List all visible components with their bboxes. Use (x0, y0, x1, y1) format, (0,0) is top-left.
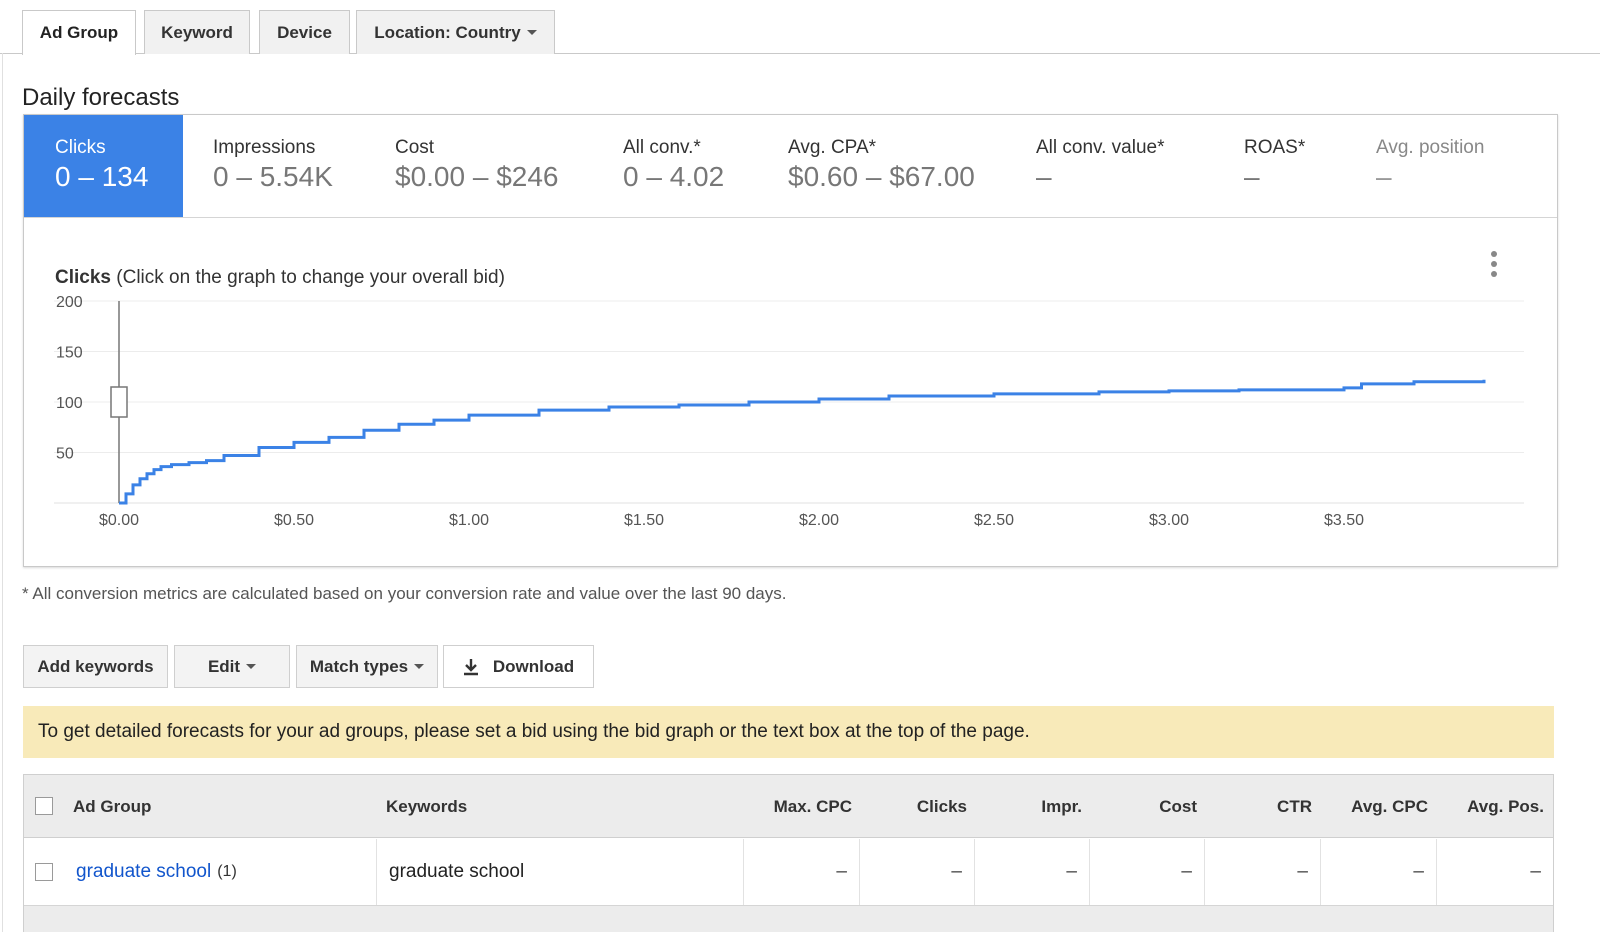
download-button[interactable]: Download (443, 645, 594, 688)
tab-device[interactable]: Device (259, 10, 350, 54)
y-tick-label: 150 (56, 345, 83, 362)
table-header: Ad Group Keywords Max. CPC Clicks Impr. … (24, 775, 1553, 838)
bid-notice-banner: To get detailed forecasts for your ad gr… (23, 706, 1554, 758)
tab-keyword[interactable]: Keyword (144, 10, 250, 54)
column-header-avg-pos[interactable]: Avg. Pos. (1436, 775, 1544, 838)
tab-location-label: Location: Country (374, 22, 521, 42)
conversion-footnote: * All conversion metrics are calculated … (22, 584, 787, 603)
tab-ad-group[interactable]: Ad Group (22, 10, 136, 55)
x-tick-label: $3.00 (1149, 512, 1189, 529)
column-header-impr[interactable]: Impr. (974, 775, 1082, 838)
column-header-ctr[interactable]: CTR (1204, 775, 1312, 838)
y-tick-label: 50 (56, 446, 74, 463)
add-keywords-button[interactable]: Add keywords (23, 645, 168, 688)
x-tick-label: $3.50 (1324, 512, 1364, 529)
forecast-panel: Clicks 0 – 134 Impressions 0 – 5.54K Cos… (23, 114, 1558, 567)
row-checkbox[interactable] (35, 863, 53, 881)
clicks-bid-chart[interactable]: 200 150 100 50 $0.00 $0.50 $1.00 $1.50 $2.00 $2.5… (24, 115, 1557, 566)
column-header-avg-cpc[interactable]: Avg. CPC (1320, 775, 1428, 838)
avg-pos-cell: – (1436, 839, 1553, 905)
tab-location-country[interactable]: Location: Country (356, 10, 555, 54)
column-header-keywords[interactable]: Keywords (386, 775, 467, 838)
ad-group-table: Ad Group Keywords Max. CPC Clicks Impr. … (23, 774, 1554, 932)
keyword-count: (1) (217, 863, 237, 880)
column-header-clicks[interactable]: Clicks (859, 775, 967, 838)
bid-handle (110, 386, 128, 418)
y-tick-label: 200 (56, 294, 83, 311)
max-cpc-cell: – (743, 839, 859, 905)
avg-cpc-cell: – (1320, 839, 1436, 905)
keywords-cell: graduate school (376, 839, 743, 905)
x-tick-label: $2.50 (974, 512, 1014, 529)
table-footer-row (24, 905, 1553, 932)
select-all-checkbox[interactable] (35, 797, 53, 815)
ctr-cell: – (1204, 839, 1320, 905)
x-tick-label: $1.00 (449, 512, 489, 529)
chevron-down-icon (526, 30, 537, 35)
download-label: Download (492, 656, 575, 676)
column-header-max-cpc[interactable]: Max. CPC (744, 775, 852, 838)
y-tick-label: 100 (56, 395, 83, 412)
match-types-button[interactable]: Match types (296, 645, 438, 688)
table-row: graduate school (1) graduate school – – … (24, 839, 1553, 905)
chevron-down-icon (414, 664, 425, 669)
cost-cell: – (1089, 839, 1204, 905)
x-tick-label: $0.50 (274, 512, 314, 529)
match-types-label: Match types (309, 656, 409, 676)
page-left-border (2, 53, 3, 932)
clicks-series-line (119, 379, 1486, 505)
edit-label: Edit (207, 656, 241, 676)
column-header-cost[interactable]: Cost (1089, 775, 1197, 838)
impr-cell: – (974, 839, 1089, 905)
ad-group-cell: graduate school (1) (64, 839, 376, 905)
x-tick-label: $1.50 (624, 512, 664, 529)
section-title: Daily forecasts (22, 84, 180, 111)
clicks-cell: – (859, 839, 974, 905)
chevron-down-icon (246, 664, 257, 669)
download-icon (463, 658, 479, 676)
edit-button[interactable]: Edit (174, 645, 290, 688)
ad-group-link[interactable]: graduate school (76, 861, 211, 883)
x-tick-label: $0.00 (99, 512, 139, 529)
x-tick-label: $2.00 (799, 512, 839, 529)
column-header-ad-group[interactable]: Ad Group (73, 775, 151, 838)
